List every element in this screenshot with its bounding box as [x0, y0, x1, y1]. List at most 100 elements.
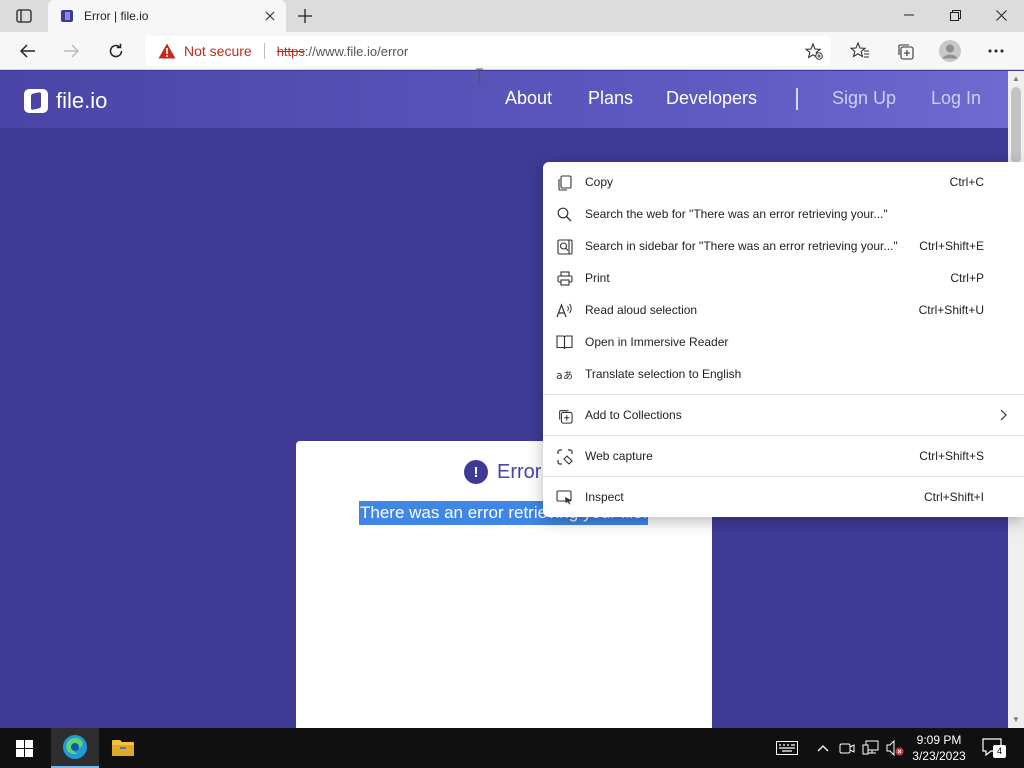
- restore-button[interactable]: [932, 0, 978, 30]
- menu-item-label: Inspect: [585, 490, 624, 504]
- logo-text: file.io: [56, 88, 108, 113]
- nav-plans[interactable]: Plans: [588, 88, 633, 109]
- menu-item-print[interactable]: Print Ctrl+P: [543, 263, 1024, 293]
- plus-icon: [298, 9, 312, 23]
- site-header: file.io About Plans Developers Sign Up L…: [0, 71, 1008, 128]
- translate-icon: aあ: [556, 366, 573, 383]
- menu-item-shortcut: Ctrl+Shift+S: [919, 449, 984, 463]
- url-text[interactable]: https://www.file.io/error: [277, 44, 409, 59]
- menu-item-label: Read aloud selection: [585, 303, 698, 317]
- folder-icon: [112, 740, 134, 756]
- tab-title: Error | file.io: [84, 9, 149, 23]
- tray-meet-now[interactable]: [836, 738, 858, 758]
- profile-button[interactable]: [938, 40, 962, 62]
- minimize-button[interactable]: [886, 0, 932, 30]
- svg-text:あ: あ: [563, 370, 573, 382]
- action-center-button[interactable]: 4: [982, 738, 1006, 758]
- forward-button[interactable]: [56, 36, 86, 66]
- close-icon: [995, 9, 1007, 21]
- refresh-icon: [109, 43, 123, 58]
- tab-actions-icon: [16, 9, 32, 23]
- copy-icon: [556, 174, 573, 191]
- inspect-icon: [556, 489, 573, 506]
- menu-item-label: Web capture: [585, 449, 653, 463]
- scroll-thumb[interactable]: [1011, 87, 1021, 163]
- taskbar-edge[interactable]: [51, 728, 99, 768]
- menu-item-label: Add to Collections: [585, 408, 682, 422]
- nav-sign-up[interactable]: Sign Up: [832, 88, 896, 109]
- svg-text:a: a: [556, 369, 563, 382]
- menu-item-translate[interactable]: aあ Translate selection to English: [543, 359, 1024, 389]
- address-bar[interactable]: Not secure https://www.file.io/error: [146, 36, 830, 66]
- web-capture-icon: [556, 448, 573, 465]
- tray-show-hidden[interactable]: [812, 738, 834, 758]
- menu-item-search-web[interactable]: Search the web for "There was an error r…: [543, 199, 1024, 229]
- scroll-up-arrow-icon[interactable]: ▲: [1012, 75, 1020, 83]
- start-button[interactable]: [8, 738, 40, 758]
- close-window-button[interactable]: [978, 0, 1024, 30]
- text-cursor-icon: [476, 68, 483, 85]
- notification-count-badge: 4: [993, 745, 1006, 758]
- menu-separator: [543, 435, 1024, 436]
- edge-browser-icon: [63, 735, 87, 759]
- url-host-path: ://www.file.io/error: [304, 43, 409, 59]
- nav-developers[interactable]: Developers: [666, 88, 757, 109]
- avatar-icon: [939, 40, 961, 62]
- menu-item-inspect[interactable]: Inspect Ctrl+Shift+I: [543, 482, 1024, 512]
- menu-item-immersive-reader[interactable]: Open in Immersive Reader: [543, 327, 1024, 357]
- camera-icon: [839, 743, 855, 754]
- menu-separator: [543, 476, 1024, 477]
- context-menu: Copy Ctrl+C Search the web for "There wa…: [543, 162, 1024, 517]
- taskbar-clock[interactable]: 9:09 PM 3/23/2023: [906, 732, 972, 764]
- menu-item-copy[interactable]: Copy Ctrl+C: [543, 167, 1024, 197]
- menu-separator: [543, 394, 1024, 395]
- nav-log-in[interactable]: Log In: [931, 88, 981, 109]
- taskbar: 9:09 PM 3/23/2023 4: [0, 728, 1024, 768]
- more-horizontal-icon: [988, 49, 1004, 53]
- menu-item-shortcut: Ctrl+Shift+U: [918, 303, 984, 317]
- windows-logo-icon: [15, 739, 33, 757]
- settings-more-button[interactable]: [984, 40, 1008, 62]
- menu-item-add-to-collections[interactable]: Add to Collections: [543, 400, 1024, 430]
- taskbar-file-explorer[interactable]: [99, 728, 147, 768]
- menu-item-search-sidebar[interactable]: Search in sidebar for "There was an erro…: [543, 231, 1024, 261]
- menu-item-read-aloud[interactable]: Read aloud selection Ctrl+Shift+U: [543, 295, 1024, 325]
- search-icon: [556, 206, 573, 223]
- keyboard-icon: [776, 741, 798, 755]
- back-button[interactable]: [13, 36, 43, 66]
- tray-keyboard[interactable]: [775, 738, 799, 758]
- fileio-favicon-icon: [61, 10, 73, 22]
- favorites-icon: [850, 42, 869, 58]
- clock-date: 3/23/2023: [912, 749, 966, 763]
- warning-icon: [158, 43, 176, 59]
- network-icon: [862, 740, 879, 755]
- menu-item-label: Translate selection to English: [585, 367, 742, 381]
- refresh-button[interactable]: [101, 36, 131, 66]
- favorites-button[interactable]: [848, 40, 872, 62]
- minimize-icon: [904, 14, 914, 16]
- menu-item-web-capture[interactable]: Web capture Ctrl+Shift+S: [543, 441, 1024, 471]
- read-aloud-icon: [556, 302, 573, 319]
- tray-volume[interactable]: [884, 738, 906, 758]
- collections-button[interactable]: [893, 40, 917, 62]
- new-tab-button[interactable]: [292, 4, 318, 28]
- close-tab-button[interactable]: [258, 4, 282, 28]
- not-secure-label[interactable]: Not secure: [184, 43, 252, 59]
- menu-item-shortcut: Ctrl+P: [950, 271, 984, 285]
- star-add-icon: [805, 42, 823, 60]
- add-favorite-button[interactable]: [804, 42, 824, 60]
- immersive-reader-icon: [556, 334, 573, 351]
- chevron-right-icon: [1000, 409, 1007, 421]
- arrow-left-icon: [20, 44, 35, 58]
- active-tab[interactable]: Error | file.io: [48, 0, 286, 32]
- menu-item-label: Print: [585, 271, 610, 285]
- nav-about[interactable]: About: [505, 88, 552, 109]
- tab-actions-button[interactable]: [8, 5, 40, 27]
- menu-item-label: Open in Immersive Reader: [585, 335, 729, 349]
- volume-muted-icon: [886, 740, 904, 756]
- chevron-up-icon: [817, 745, 829, 752]
- site-logo[interactable]: file.io: [24, 88, 107, 114]
- tray-network[interactable]: [860, 738, 882, 758]
- scroll-down-arrow-icon[interactable]: ▼: [1012, 716, 1020, 724]
- collections-icon: [556, 407, 573, 424]
